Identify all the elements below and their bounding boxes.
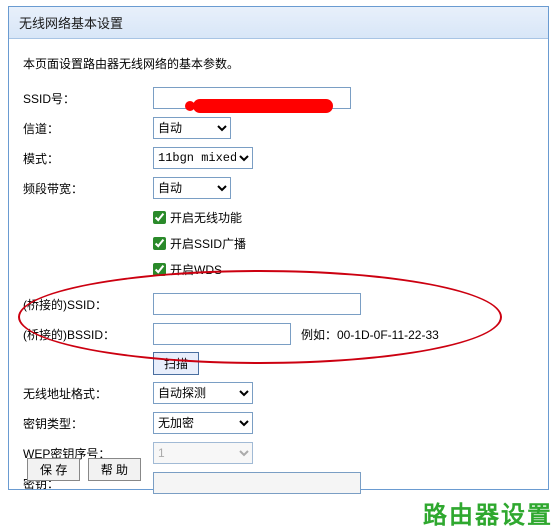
help-button[interactable]: 帮 助	[88, 458, 141, 481]
label-mode: 模式：	[23, 150, 153, 167]
save-button[interactable]: 保 存	[27, 458, 80, 481]
enable-ssid-broadcast-checkbox[interactable]	[153, 237, 166, 250]
row-bridge-bssid: (桥接的)BSSID： 例如：00-1D-0F-11-22-33	[23, 322, 534, 346]
label-ssid: SSID号：	[23, 90, 153, 107]
label-bridge-bssid: (桥接的)BSSID：	[23, 326, 153, 343]
scan-button[interactable]: 扫描	[153, 352, 199, 375]
mode-select[interactable]: 11bgn mixed	[153, 147, 253, 169]
button-bar: 保 存 帮 助	[17, 452, 155, 489]
row-bridge-ssid: (桥接的)SSID：	[23, 292, 534, 316]
redaction-mark	[193, 99, 333, 113]
label-bandwidth: 频段带宽：	[23, 180, 153, 197]
wep-key-index-select: 1	[153, 442, 253, 464]
row-enable-ssid-broadcast: 开启SSID广播	[153, 232, 534, 254]
enable-wds-checkbox[interactable]	[153, 263, 166, 276]
bandwidth-select[interactable]: 自动	[153, 177, 231, 199]
row-enable-wds: 开启WDS	[153, 258, 534, 280]
row-enable-wifi: 开启无线功能	[153, 206, 534, 228]
enable-wifi-label: 开启无线功能	[170, 209, 242, 226]
label-channel: 信道：	[23, 120, 153, 137]
settings-panel: 无线网络基本设置 本页面设置路由器无线网络的基本参数。 SSID号： 信道： 自…	[8, 6, 549, 490]
row-channel: 信道： 自动	[23, 116, 534, 140]
addr-format-select[interactable]: 自动探测	[153, 382, 253, 404]
label-addr-format: 无线地址格式：	[23, 385, 153, 402]
enable-ssid-broadcast-label: 开启SSID广播	[170, 235, 246, 252]
enable-wifi-checkbox[interactable]	[153, 211, 166, 224]
row-mode: 模式： 11bgn mixed	[23, 146, 534, 170]
row-bandwidth: 频段带宽： 自动	[23, 176, 534, 200]
watermark: 路由器设置	[423, 495, 553, 530]
label-key-type: 密钥类型：	[23, 415, 153, 432]
bssid-example: 例如：00-1D-0F-11-22-33	[301, 326, 439, 343]
bridge-bssid-input[interactable]	[153, 323, 291, 345]
row-key-type: 密钥类型： 无加密	[23, 411, 534, 435]
row-addr-format: 无线地址格式： 自动探测	[23, 381, 534, 405]
panel-body: 本页面设置路由器无线网络的基本参数。 SSID号： 信道： 自动 模式： 11b…	[9, 39, 548, 495]
bridge-ssid-input[interactable]	[153, 293, 361, 315]
label-bridge-ssid: (桥接的)SSID：	[23, 296, 153, 313]
enable-wds-label: 开启WDS	[170, 261, 222, 278]
panel-title: 无线网络基本设置	[9, 7, 548, 39]
panel-description: 本页面设置路由器无线网络的基本参数。	[23, 55, 534, 72]
key-input	[153, 472, 361, 494]
key-type-select[interactable]: 无加密	[153, 412, 253, 434]
channel-select[interactable]: 自动	[153, 117, 231, 139]
